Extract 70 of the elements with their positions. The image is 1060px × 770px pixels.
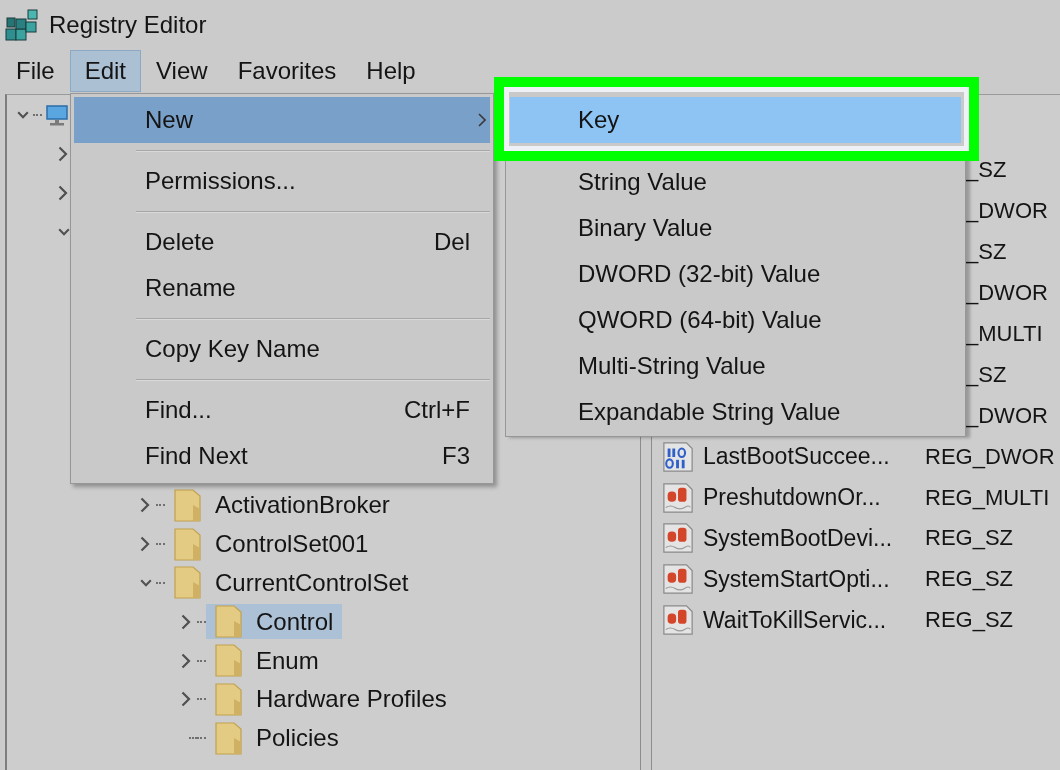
shortcut-text: Del [434, 228, 470, 256]
value-name: SystemStartOpti... [703, 567, 891, 591]
string-value-icon [662, 522, 694, 555]
value-type: _SZ [966, 159, 1007, 182]
menu-item[interactable]: QWORD (64-bit) Value [510, 297, 961, 343]
shortcut-text: Ctrl+F [404, 396, 470, 424]
value-type: REG_SZ [925, 527, 1014, 550]
chevron-right-icon[interactable] [181, 652, 191, 669]
menu-bar-item[interactable]: Edit [69, 50, 142, 92]
menu-item[interactable]: Multi-String Value [510, 343, 961, 389]
menu-item[interactable]: Find... Ctrl+F [74, 387, 490, 433]
shortcut-text: F3 [442, 442, 470, 470]
menu-item[interactable]: Expandable String Value [510, 389, 961, 435]
tree-item[interactable]: Hardware Profiles [206, 681, 456, 717]
value-name: WaitToKillServic... [703, 608, 888, 632]
string-value-icon [662, 481, 694, 514]
menu-item[interactable]: DWORD (32-bit) Value [510, 251, 961, 297]
binary-value-icon [662, 440, 694, 473]
chevron-right-icon[interactable] [140, 497, 150, 514]
menu-item[interactable]: Find Next F3 [74, 433, 490, 479]
value-type: _DWOR [966, 200, 1048, 223]
chevron-right-icon[interactable] [58, 146, 68, 163]
chevron-right-icon[interactable] [58, 185, 68, 201]
value-type: _SZ [966, 363, 1007, 386]
value-type: _MULTI [966, 323, 1043, 345]
chevron-right-icon[interactable] [181, 613, 191, 630]
menu-item[interactable]: Permissions... [74, 158, 490, 204]
chevron-down-icon[interactable] [17, 111, 29, 120]
string-value-icon [662, 604, 694, 637]
value-type: REG_MULTI [925, 486, 1050, 509]
tree-item[interactable]: CurrentControlSet [165, 565, 418, 601]
chevron-down-icon[interactable] [140, 578, 152, 587]
folder-icon [174, 527, 201, 561]
menu-item[interactable]: Copy Key Name [74, 326, 490, 372]
menu-item[interactable]: String Value [510, 159, 961, 205]
monitor-icon [46, 104, 68, 126]
tree-item[interactable]: Policies [206, 720, 348, 756]
folder-icon [174, 566, 201, 600]
menu-item[interactable]: Binary Value [510, 205, 961, 251]
value-type: _DWOR [966, 404, 1048, 427]
folder-icon [215, 644, 242, 678]
chevron-right-icon[interactable] [140, 536, 150, 553]
menu-bar-item[interactable]: Help [351, 50, 431, 92]
chevron-right-icon[interactable] [181, 691, 191, 708]
folder-icon [215, 682, 242, 716]
menu-bar-item[interactable]: View [141, 50, 223, 92]
menu-item[interactable]: Delete Del [74, 219, 490, 265]
folder-icon [174, 488, 201, 522]
value-type: REG_SZ [925, 609, 1014, 632]
menu-item[interactable]: Rename [74, 265, 490, 311]
menu-bar-item[interactable]: Favorites [222, 50, 352, 92]
tree-item[interactable]: Control [206, 604, 343, 640]
chevron-down-icon[interactable] [58, 227, 70, 236]
cubes-icon [5, 9, 39, 41]
value-type: _SZ [966, 241, 1007, 264]
window-title: Registry Editor [49, 11, 207, 39]
value-name: LastBootSuccee... [703, 445, 891, 469]
tree-item[interactable]: Enum [206, 643, 328, 679]
value-type: _DWOR [966, 282, 1048, 305]
value-type: REG_SZ [925, 568, 1014, 591]
folder-icon [215, 605, 242, 639]
value-name: SystemBootDevi... [703, 526, 894, 550]
folder-icon [215, 721, 242, 755]
tree-item[interactable]: ActivationBroker [165, 487, 399, 523]
value-type: REG_DWOR [925, 445, 1055, 468]
menu-bar-item[interactable]: File [1, 50, 70, 92]
value-name: PreshutdownOr... [703, 486, 882, 510]
string-value-icon [662, 563, 694, 596]
menu-item[interactable]: New [74, 97, 490, 143]
tree-item[interactable]: ControlSet001 [165, 526, 378, 562]
